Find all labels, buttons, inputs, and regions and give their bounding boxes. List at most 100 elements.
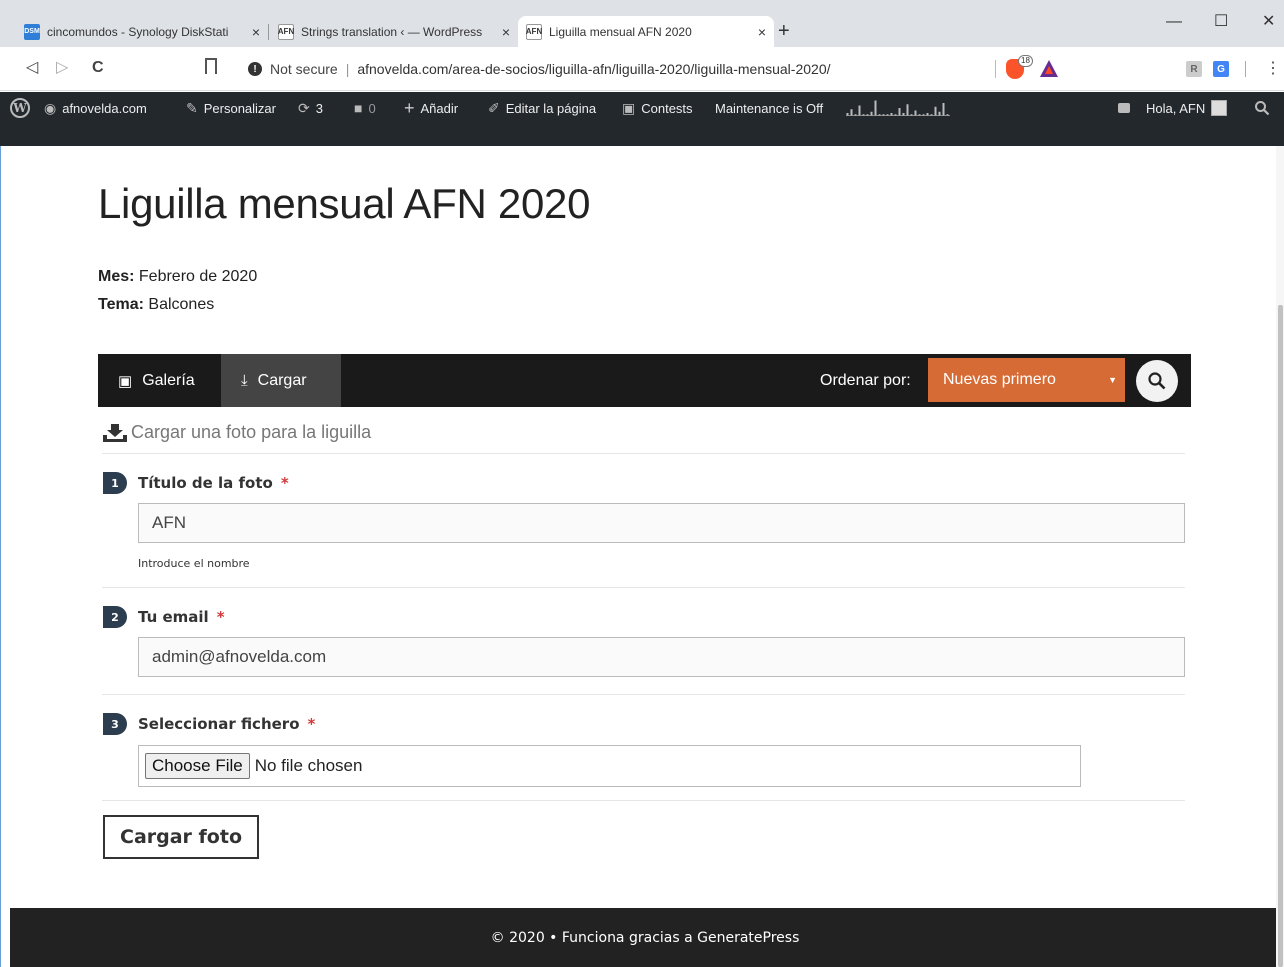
input-value: AFN xyxy=(152,513,186,532)
url-text[interactable]: afnovelda.com/area-de-socios/liguilla-af… xyxy=(357,61,830,77)
pencil-icon: ✐ xyxy=(488,99,500,116)
notifications-button[interactable] xyxy=(1118,92,1130,124)
sparkline-bar xyxy=(894,114,897,116)
scrollbar-thumb[interactable] xyxy=(1278,305,1283,967)
upload-tab[interactable]: ⤓ Cargar xyxy=(221,354,341,407)
order-select[interactable]: Nuevas primero ▼ xyxy=(928,358,1125,402)
page-title: Liguilla mensual AFN 2020 xyxy=(98,180,591,227)
plus-icon: + xyxy=(404,97,415,118)
sparkline-bar xyxy=(930,114,933,116)
sparkline-bar xyxy=(902,113,905,116)
updates-link[interactable]: ⟳ 3 xyxy=(298,92,323,124)
step-badge: 1 xyxy=(103,472,127,494)
greeting-label: Hola, AFN xyxy=(1146,100,1206,116)
divider xyxy=(102,694,1185,695)
search-icon xyxy=(1255,101,1270,116)
avatar xyxy=(1211,100,1228,116)
sparkline-bar xyxy=(886,114,889,116)
sparkline-bar xyxy=(946,114,949,116)
address-bar[interactable]: ! Not secure | afnovelda.com/area-de-soc… xyxy=(235,53,1067,85)
sparkline-bar xyxy=(850,109,853,116)
maximize-button[interactable]: ☐ xyxy=(1214,14,1228,30)
photo-title-input[interactable]: AFN xyxy=(138,503,1185,543)
month-value: Febrero de 2020 xyxy=(138,268,258,285)
updates-count: 3 xyxy=(315,100,323,116)
browser-menu-icon[interactable]: ⋮ xyxy=(1265,58,1281,78)
comments-link[interactable]: ■ 0 xyxy=(354,92,376,124)
back-button[interactable]: ◁ xyxy=(26,59,38,77)
sparkline-bar xyxy=(906,104,909,116)
site-name-link[interactable]: ◉ afnovelda.com xyxy=(44,92,147,124)
contests-label: Contests xyxy=(641,100,693,116)
afn-favicon-icon: AFN xyxy=(278,23,294,40)
shields-count-badge: 18 xyxy=(1018,55,1033,67)
sparkline-bar xyxy=(846,113,849,116)
image-icon: ▣ xyxy=(118,372,133,390)
afn-favicon-icon: AFN xyxy=(526,23,542,40)
forward-button[interactable]: ▷ xyxy=(56,59,68,77)
notification-icon xyxy=(1118,103,1130,113)
site-footer: © 2020 • Funciona gracias a GeneratePres… xyxy=(10,908,1280,967)
email-input[interactable]: admin@afnovelda.com xyxy=(138,637,1185,677)
sparkline-bar xyxy=(914,110,917,116)
sparkline-bar xyxy=(938,111,941,116)
gallery-search-button[interactable] xyxy=(1136,360,1178,402)
minimize-button[interactable]: — xyxy=(1166,14,1182,30)
tab-separator xyxy=(268,24,269,40)
tab-synology[interactable]: DSM cincomundos - Synology DiskStati × xyxy=(16,16,268,47)
toolbar-divider xyxy=(1245,61,1246,77)
tab-title: cincomundos - Synology DiskStati xyxy=(47,24,229,39)
contests-link[interactable]: ▣ Contests xyxy=(622,92,693,124)
title-hint: Introduce el nombre xyxy=(138,557,250,570)
field-label: Tu email xyxy=(138,608,209,626)
tab-title: Strings translation ‹ — WordPress xyxy=(301,24,483,39)
toolbar-divider xyxy=(995,60,996,78)
choose-file-button[interactable]: Choose File xyxy=(145,753,250,779)
brave-rewards-icon[interactable] xyxy=(1040,60,1058,77)
info-icon[interactable]: ! xyxy=(248,62,262,76)
reload-button[interactable]: C xyxy=(92,59,104,77)
upload-label: Cargar xyxy=(257,371,307,389)
sparkline-bar xyxy=(882,114,885,116)
file-input: Choose File No file chosen xyxy=(138,745,1081,787)
sparkline-bar xyxy=(870,111,873,116)
upload-photo-button[interactable]: Cargar foto xyxy=(103,815,259,859)
window-border xyxy=(0,146,10,967)
new-tab-button[interactable]: + xyxy=(778,21,790,41)
google-translate-icon[interactable]: G xyxy=(1213,61,1229,77)
wordpress-logo-button[interactable]: W xyxy=(10,92,30,124)
sparkline-bar xyxy=(926,113,929,116)
upload-icon: ⤓ xyxy=(241,372,248,389)
sparkline-bar xyxy=(878,114,881,116)
close-icon[interactable]: × xyxy=(252,24,260,40)
edit-page-link[interactable]: ✐ Editar la página xyxy=(488,92,596,124)
field-label: Título de la foto xyxy=(138,474,273,492)
sparkline-bar xyxy=(942,103,945,116)
sparkline-bar xyxy=(862,114,865,116)
required-marker: * xyxy=(280,474,289,492)
user-account-menu[interactable]: Hola, AFN xyxy=(1146,92,1228,124)
sparkline-bar xyxy=(858,105,861,116)
upload-heading-text: Cargar una foto para la liguilla xyxy=(131,422,372,442)
admin-search-button[interactable] xyxy=(1254,92,1270,124)
close-icon[interactable]: × xyxy=(502,24,510,40)
add-new-link[interactable]: + Añadir xyxy=(404,92,458,124)
customize-link[interactable]: ✎ Personalizar xyxy=(186,92,276,124)
sparkline-bar xyxy=(934,106,937,116)
extension-icon[interactable]: R xyxy=(1186,61,1202,77)
gallery-tab[interactable]: ▣ Galería xyxy=(98,354,215,407)
dashboard-icon: ◉ xyxy=(44,99,57,116)
sparkline-bar xyxy=(874,100,877,116)
tab-wordpress-strings[interactable]: AFN Strings translation ‹ — WordPress × xyxy=(270,16,518,47)
window-close-button[interactable]: ✕ xyxy=(1262,14,1275,30)
stats-sparkline[interactable] xyxy=(846,100,950,116)
synology-favicon-icon: DSM xyxy=(24,23,40,40)
maintenance-link[interactable]: Maintenance is Off xyxy=(715,92,823,124)
tab-liguilla-active[interactable]: AFN Liguilla mensual AFN 2020 × xyxy=(518,16,774,47)
bookmark-icon[interactable] xyxy=(205,58,217,74)
wp-admin-bar: W ◉ afnovelda.com ✎ Personalizar ⟳ 3 ■ 0… xyxy=(0,92,1284,124)
sparkline-bar xyxy=(918,114,921,116)
url-separator: | xyxy=(345,61,350,77)
order-value: Nuevas primero xyxy=(943,371,1056,388)
close-icon[interactable]: × xyxy=(758,24,766,40)
